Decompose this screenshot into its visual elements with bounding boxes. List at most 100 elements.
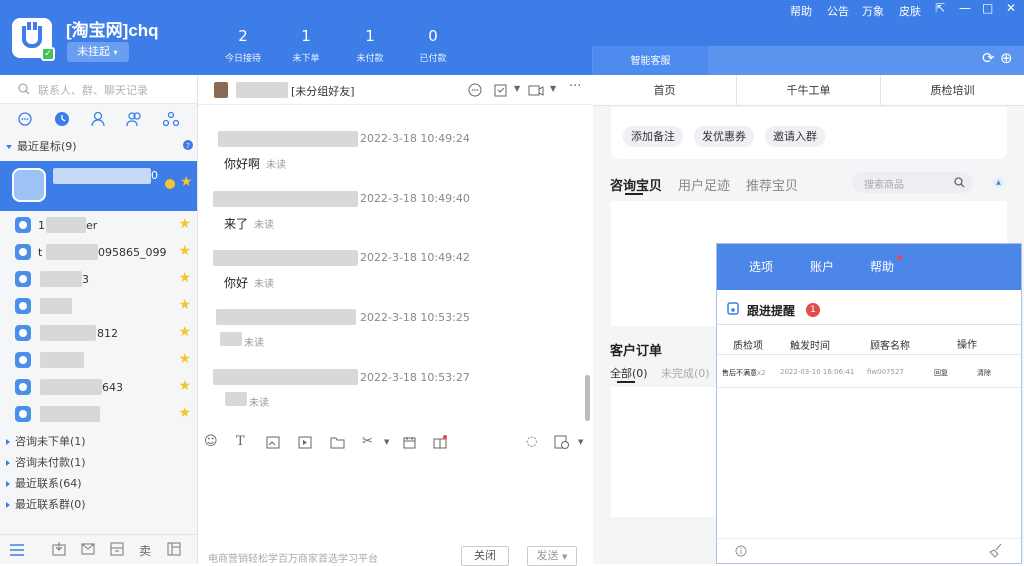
star-icon[interactable]: ★: [178, 351, 191, 367]
tab-consult-product[interactable]: 咨询宝贝: [610, 175, 662, 194]
video-icon[interactable]: [298, 436, 312, 449]
star-icon[interactable]: ★: [180, 174, 193, 190]
sell-icon[interactable]: 卖: [139, 542, 151, 559]
org-icon[interactable]: [163, 111, 179, 127]
import-icon[interactable]: [52, 542, 66, 556]
panel-icon[interactable]: [167, 542, 181, 556]
chat-bubble-icon[interactable]: [468, 83, 482, 97]
avatar: [15, 271, 31, 287]
maximize-icon[interactable]: □: [982, 1, 993, 15]
menu-help[interactable]: 帮助: [870, 258, 894, 275]
group-icon[interactable]: [126, 111, 142, 127]
tab-user-footprint[interactable]: 用户足迹: [678, 175, 730, 194]
chat-bubble-icon[interactable]: ◌: [526, 434, 537, 449]
redacted-sender: [213, 250, 358, 266]
refresh-icon[interactable]: ⟳: [982, 49, 995, 67]
menu-skin[interactable]: 皮肤: [899, 3, 921, 19]
send-coupon-button[interactable]: 发优惠券: [694, 126, 754, 147]
expand-arrow-icon: [6, 145, 12, 149]
menu-wanxiang[interactable]: 万象: [862, 3, 884, 19]
scrollbar[interactable]: [585, 375, 590, 421]
add-note-button[interactable]: 添加备注: [623, 126, 683, 147]
emoji-icon[interactable]: ☺: [204, 434, 218, 449]
star-icon[interactable]: ★: [178, 324, 191, 340]
menu-help[interactable]: 帮助: [790, 3, 812, 19]
folder-icon[interactable]: [330, 436, 345, 449]
group-recent-groups[interactable]: 最近联系群(0): [6, 496, 86, 512]
tab-incomplete-orders[interactable]: 未完成(0): [661, 365, 710, 381]
contact-row[interactable]: 1 er ★: [0, 212, 197, 239]
contact-row[interactable]: ★: [0, 293, 197, 320]
contact-search[interactable]: 联系人、群、聊天记录: [0, 75, 197, 104]
history-icon[interactable]: [554, 435, 570, 450]
product-search-input[interactable]: 搜索商品: [852, 172, 973, 193]
tab-training[interactable]: 质检培训: [881, 75, 1024, 106]
image-icon[interactable]: [266, 436, 280, 449]
info-icon[interactable]: [735, 545, 747, 557]
video-call-icon[interactable]: [528, 83, 544, 97]
menu-options[interactable]: 选项: [749, 258, 773, 275]
minimize-icon[interactable]: —: [959, 1, 971, 15]
clear-button[interactable]: 清除: [977, 368, 991, 378]
menu-account[interactable]: 账户: [810, 258, 834, 275]
contact-row[interactable]: 812 ★: [0, 320, 197, 347]
message: 来了 未读: [224, 215, 274, 232]
chat-bubble-icon[interactable]: [17, 111, 33, 127]
contact-row[interactable]: 3 ★: [0, 266, 197, 293]
tab-workorder[interactable]: 千牛工单: [737, 75, 881, 106]
menu-icon[interactable]: [9, 543, 25, 557]
ad-footer[interactable]: 电商营销轻松学百万商家首选学习平台: [208, 550, 378, 565]
status-dropdown[interactable]: 未挂起 ▾: [67, 42, 129, 62]
pin-icon[interactable]: ⇱: [935, 1, 945, 15]
group-recent[interactable]: 最近联系(64): [6, 475, 82, 491]
group-starred[interactable]: 最近星标(9): [6, 138, 77, 154]
add-icon[interactable]: ⊕: [1000, 49, 1013, 67]
tab-home[interactable]: 首页: [593, 75, 737, 106]
star-icon[interactable]: ★: [178, 270, 191, 286]
clock-icon[interactable]: [54, 111, 70, 127]
star-icon[interactable]: ★: [178, 216, 191, 232]
tab-smart-service[interactable]: 智能客服: [593, 46, 708, 75]
tab-all-orders[interactable]: 全部(0): [610, 365, 648, 381]
chevron-down-icon[interactable]: ▼: [514, 84, 520, 93]
table-row: 售后不满意x2 2022-03-10 16:06:41 fiw007527 回复…: [717, 358, 1021, 388]
contact-icon[interactable]: [90, 111, 106, 127]
close-button[interactable]: 关闭: [461, 546, 509, 566]
scissors-icon[interactable]: ✂: [362, 434, 373, 449]
edit-icon[interactable]: [494, 83, 508, 97]
gift-icon[interactable]: [433, 435, 447, 449]
calendar-icon[interactable]: [403, 436, 416, 449]
avatar: [15, 379, 31, 395]
group-not-ordered[interactable]: 咨询未下单(1): [6, 433, 86, 449]
contact-row[interactable]: t 095865_099 ★: [0, 239, 197, 266]
star-icon[interactable]: ★: [178, 378, 191, 394]
star-icon[interactable]: ★: [178, 243, 191, 259]
contact-row[interactable]: ★: [0, 401, 197, 428]
send-button[interactable]: 发送 ▼: [527, 546, 577, 566]
more-icon[interactable]: ···: [569, 79, 581, 94]
contact-row[interactable]: 643 ★: [0, 374, 197, 401]
contact-selected[interactable]: 0 ★: [0, 161, 197, 211]
group-not-paid[interactable]: 咨询未付款(1): [6, 454, 86, 470]
avatar: [15, 298, 31, 314]
star-icon[interactable]: ★: [178, 297, 191, 313]
invite-group-button[interactable]: 邀请入群: [765, 126, 825, 147]
search-icon[interactable]: [954, 177, 965, 188]
storage-icon[interactable]: [110, 542, 124, 556]
close-icon[interactable]: ✕: [1006, 1, 1016, 15]
mail-icon[interactable]: [81, 542, 95, 556]
chevron-down-icon[interactable]: ▼: [578, 438, 583, 446]
contact-name-suffix: 643: [102, 381, 123, 394]
chevron-down-icon[interactable]: ▼: [384, 438, 389, 446]
stat-paid[interactable]: 0 已付款: [393, 28, 473, 64]
chevron-down-icon[interactable]: ▼: [550, 84, 556, 93]
contact-row[interactable]: ★: [0, 347, 197, 374]
collapse-icon[interactable]: ▲: [993, 177, 1004, 188]
font-icon[interactable]: T: [236, 434, 245, 449]
broom-icon[interactable]: [989, 543, 1003, 558]
menu-notice[interactable]: 公告: [827, 3, 849, 19]
tab-recommended[interactable]: 推荐宝贝: [746, 175, 798, 194]
reply-button[interactable]: 回复: [934, 368, 948, 378]
help-icon[interactable]: ?: [183, 140, 193, 150]
star-icon[interactable]: ★: [178, 405, 191, 421]
